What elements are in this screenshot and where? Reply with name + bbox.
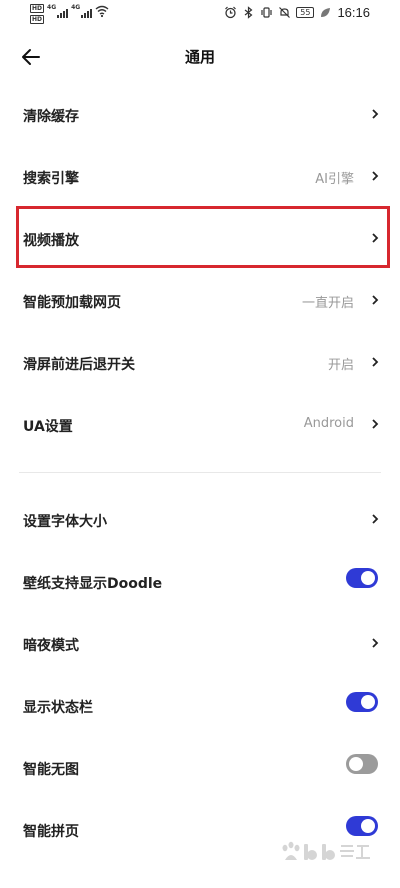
status-time: 16:16 — [337, 5, 370, 20]
setting-label: 智能拼页 — [23, 824, 79, 840]
setting-font-size[interactable]: 设置字体大小 — [0, 489, 400, 551]
toggle-switch[interactable] — [346, 816, 378, 836]
status-left: HD HD 4G 4G — [30, 4, 109, 24]
toggle-knob — [361, 571, 375, 585]
setting-label: 设置字体大小 — [23, 514, 107, 530]
chevron-right-icon — [372, 357, 379, 367]
setting-value: 开启 — [327, 358, 354, 373]
setting-label: 滑屏前进后退开关 — [23, 357, 135, 373]
setting-value: 一直开启 — [301, 296, 354, 311]
signal-icon-2: 4G — [71, 4, 93, 18]
bluetooth-icon — [244, 6, 253, 19]
network-type-2: 4G — [71, 4, 81, 11]
chevron-right-icon — [372, 514, 379, 524]
mute-icon — [279, 7, 291, 18]
setting-label: 清除缓存 — [23, 109, 79, 125]
vibrate-icon — [261, 7, 272, 18]
hd-badge-2: HD — [30, 15, 45, 24]
chevron-right-icon — [372, 109, 379, 119]
leaf-icon — [321, 8, 331, 17]
setting-show-status-bar: 显示状态栏 — [0, 675, 400, 737]
setting-clear-cache[interactable]: 清除缓存 — [0, 84, 400, 146]
battery-icon: 55 — [296, 7, 315, 18]
setting-label: UA设置 — [23, 419, 73, 435]
setting-label: 搜索引擎 — [23, 171, 79, 187]
setting-label: 壁纸支持显示Doodle — [23, 576, 163, 592]
toggle-switch[interactable] — [346, 754, 378, 774]
setting-dark-mode[interactable]: 暗夜模式 — [0, 613, 400, 675]
settings-list: 清除缓存 搜索引擎 AI引擎 视频播放 智能预加载网页 一直开启 滑屏前进后退开… — [0, 84, 400, 861]
chevron-right-icon — [372, 295, 379, 305]
chevron-right-icon — [372, 171, 379, 181]
section-divider — [19, 472, 381, 473]
setting-search-engine[interactable]: 搜索引擎 AI引擎 — [0, 146, 400, 208]
network-type-1: 4G — [47, 4, 57, 11]
toggle-knob — [361, 819, 375, 833]
toggle-switch[interactable] — [346, 568, 378, 588]
setting-label: 暗夜模式 — [23, 638, 79, 654]
chevron-right-icon — [372, 638, 379, 648]
setting-smart-no-image: 智能无图 — [0, 737, 400, 799]
hd-indicators: HD HD — [30, 4, 45, 24]
status-bar: HD HD 4G 4G 55 16:16 — [0, 0, 400, 28]
alarm-icon — [225, 6, 237, 19]
setting-ua[interactable]: UA设置 Android — [0, 394, 400, 456]
hd-badge-1: HD — [30, 4, 45, 13]
toggle-knob — [361, 695, 375, 709]
setting-wallpaper-doodle: 壁纸支持显示Doodle — [0, 551, 400, 613]
setting-label: 智能无图 — [23, 762, 79, 778]
baidu-watermark-logo — [282, 841, 370, 860]
page-title: 通用 — [184, 48, 215, 66]
setting-swipe-navigation[interactable]: 滑屏前进后退开关 开启 — [0, 332, 400, 394]
status-right: 55 16:16 — [224, 5, 370, 20]
highlight-annotation — [16, 206, 390, 268]
toggle-switch[interactable] — [346, 692, 378, 712]
app-header: 通用 — [0, 36, 400, 76]
setting-label: 智能预加载网页 — [23, 295, 121, 311]
toggle-knob — [349, 757, 363, 771]
setting-smart-preload[interactable]: 智能预加载网页 一直开启 — [0, 270, 400, 332]
setting-label: 显示状态栏 — [23, 700, 93, 716]
chevron-right-icon — [372, 419, 379, 429]
signal-icon-1: 4G — [47, 4, 69, 18]
setting-value: Android — [303, 416, 354, 431]
setting-value: AI引擎 — [315, 172, 354, 187]
wifi-icon — [95, 5, 109, 18]
